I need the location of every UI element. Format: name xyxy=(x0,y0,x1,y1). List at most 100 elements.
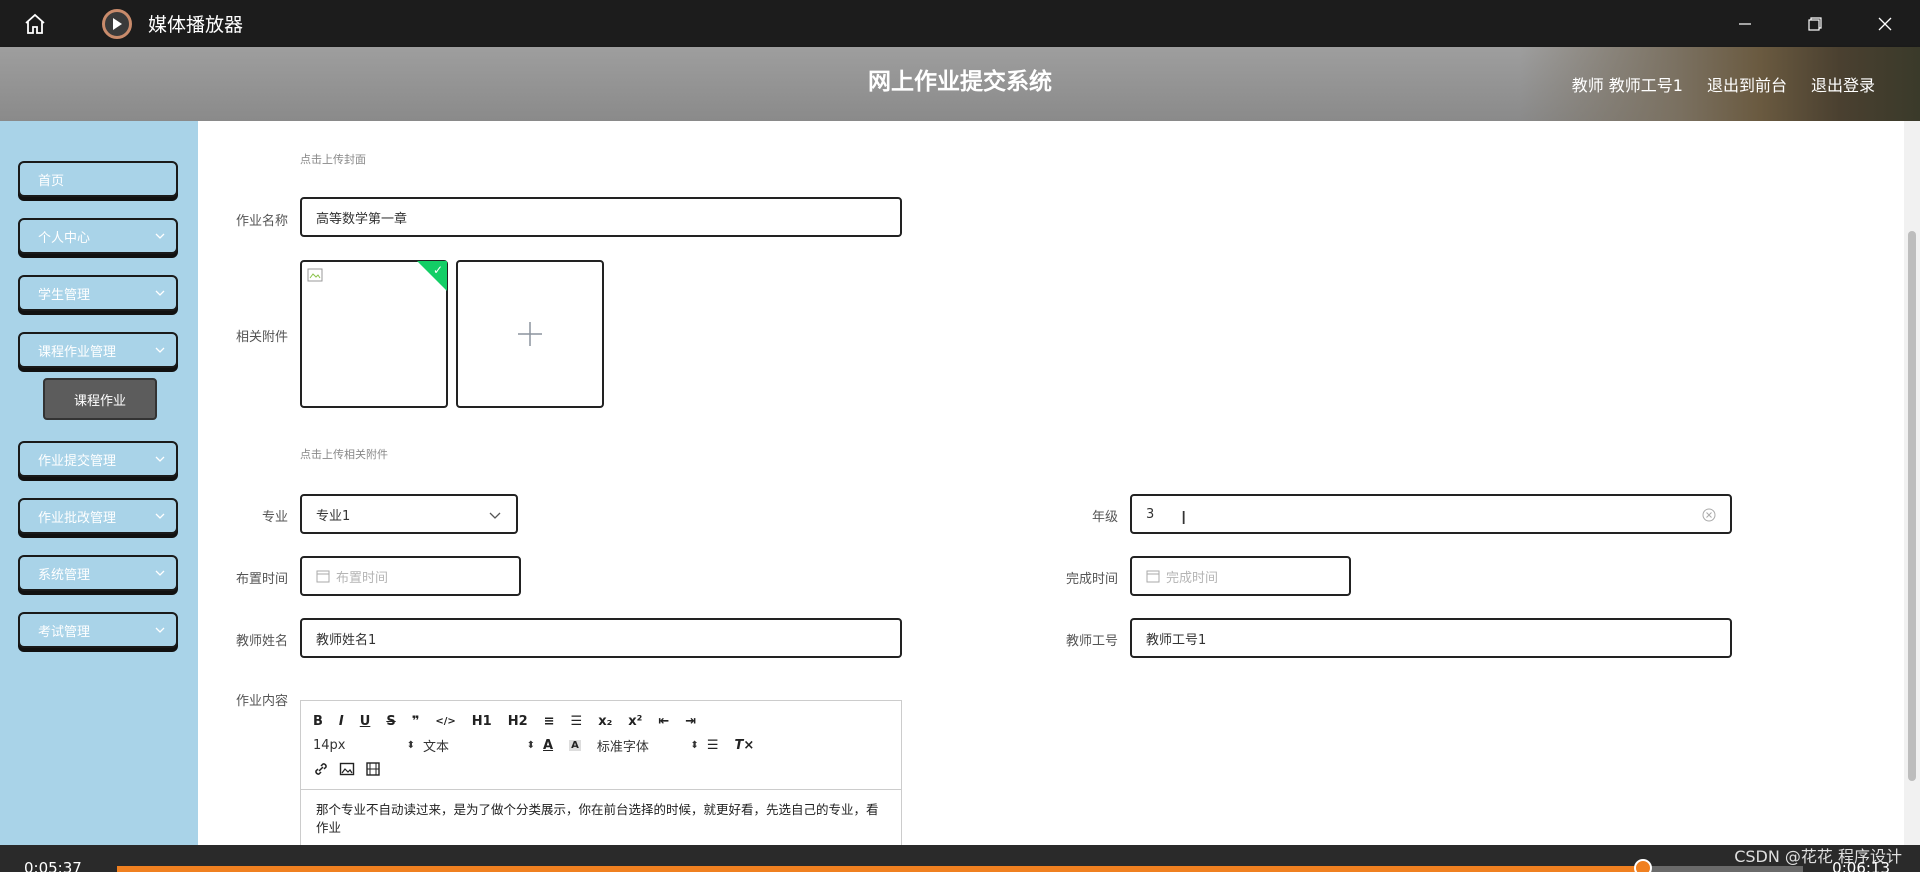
editor-content[interactable]: 那个专业不自动读过来，是为了做个分类展示，你在前台选择的时候，就更好看，先选自己… xyxy=(316,801,886,837)
blockquote-button[interactable]: ❞ xyxy=(412,714,420,729)
teacher-name-input[interactable]: 教师姓名1 xyxy=(300,618,902,658)
site-header: 网上作业提交系统 教师 教师工号1 退出到前台 退出登录 xyxy=(0,47,1920,121)
grade-input-value: 3 xyxy=(1146,506,1155,522)
subscript-button[interactable]: x₂ xyxy=(598,714,612,729)
assign-time-picker[interactable]: 布置时间 xyxy=(300,556,521,596)
text-style-value: 文本 xyxy=(423,739,450,755)
app-title: 媒体播放器 xyxy=(148,14,244,36)
attachment-label: 相关附件 xyxy=(235,330,288,345)
font-size-value: 14px xyxy=(313,737,346,753)
superscript-button[interactable]: x² xyxy=(628,714,642,729)
minimize-icon[interactable] xyxy=(1710,0,1780,47)
back-to-front-link[interactable]: 退出到前台 xyxy=(1707,72,1787,96)
heading2-button[interactable]: H2 xyxy=(508,714,528,729)
ordered-list-button[interactable]: ≡ xyxy=(544,714,555,729)
chevron-down-icon xyxy=(155,290,165,296)
close-icon[interactable] xyxy=(1850,0,1920,47)
scrollbar-thumb[interactable] xyxy=(1908,231,1916,781)
video-icon[interactable] xyxy=(365,761,381,777)
sidebar-item-student-management[interactable]: 学生管理 xyxy=(18,275,178,311)
home-icon[interactable] xyxy=(18,7,52,41)
code-block-button[interactable]: </> xyxy=(435,716,455,727)
logout-link[interactable]: 退出登录 xyxy=(1811,72,1875,96)
align-left-icon[interactable]: ☰ xyxy=(707,738,719,753)
finish-time-label: 完成时间 xyxy=(1065,572,1118,587)
image-icon[interactable] xyxy=(339,761,355,777)
attachment-upload-hint[interactable]: 点击上传相关附件 xyxy=(300,446,388,462)
cover-upload-hint[interactable]: 点击上传封面 xyxy=(300,151,366,167)
page-scrollbar[interactable] xyxy=(1904,121,1920,845)
bullet-list-button[interactable]: ☰ xyxy=(571,714,583,729)
homework-name-value: 高等数学第一章 xyxy=(316,211,408,227)
attachment-thumbnail[interactable]: ✓ xyxy=(300,260,448,408)
seek-knob[interactable] xyxy=(1633,859,1652,872)
major-select[interactable]: 专业1 xyxy=(300,494,518,534)
sidebar-item-course-homework-management[interactable]: 课程作业管理 xyxy=(18,332,178,368)
font-color-icon[interactable]: A xyxy=(543,738,553,753)
grade-input[interactable]: 3 xyxy=(1130,494,1732,534)
teacher-id-label: 教师工号 xyxy=(1065,634,1118,649)
font-family-select[interactable]: 标准字体 ⬍ xyxy=(597,736,707,755)
editor-toolbar-row-2: 14px ⬍ 文本 ⬍ A A 标准字体 ⬍ ☰ T× xyxy=(313,734,770,756)
teacher-id-input[interactable]: 教师工号1 xyxy=(1130,618,1732,658)
chevron-down-icon xyxy=(155,513,165,519)
homework-name-input[interactable]: 高等数学第一章 xyxy=(300,197,902,237)
strikethrough-button[interactable]: S xyxy=(386,714,395,729)
sidebar-item-submission-management[interactable]: 作业提交管理 xyxy=(18,441,178,477)
window-titlebar: 媒体播放器 xyxy=(0,0,1920,47)
watermark: CSDN @花花 程序设计 xyxy=(1734,847,1902,866)
sidebar-item-grading-management[interactable]: 作业批改管理 xyxy=(18,498,178,534)
chevron-down-icon xyxy=(155,347,165,353)
select-arrows-icon: ⬍ xyxy=(406,739,415,751)
clear-icon[interactable] xyxy=(1702,508,1716,522)
broken-image-icon xyxy=(307,268,323,282)
elapsed-time: 0:05:37 xyxy=(24,859,82,872)
media-player-controls: 0:05:37 0:06:13 xyxy=(0,845,1920,872)
heading1-button[interactable]: H1 xyxy=(472,714,492,729)
underline-button[interactable]: U xyxy=(360,714,371,729)
sidebar-item-exam-management[interactable]: 考试管理 xyxy=(18,612,178,648)
calendar-icon xyxy=(1146,570,1160,583)
sidebar-subitem-label: 课程作业 xyxy=(73,393,126,409)
assign-time-placeholder: 布置时间 xyxy=(336,570,389,586)
sidebar-subitem-course-homework[interactable]: 课程作业 xyxy=(43,378,157,420)
sidebar-item-personal-center[interactable]: 个人中心 xyxy=(18,218,178,254)
teacher-name-value: 教师姓名1 xyxy=(316,632,377,648)
text-style-select[interactable]: 文本 ⬍ xyxy=(423,736,543,755)
current-user: 教师 教师工号1 xyxy=(1571,76,1683,95)
major-label: 专业 xyxy=(261,510,288,525)
chevron-down-icon xyxy=(155,456,165,462)
sidebar-item-label: 首页 xyxy=(38,173,65,189)
sidebar-item-label: 作业批改管理 xyxy=(38,510,117,526)
sidebar-item-label: 学生管理 xyxy=(38,287,91,303)
italic-button[interactable]: I xyxy=(339,714,344,729)
sidebar-item-system-management[interactable]: 系统管理 xyxy=(18,555,178,591)
seek-bar-fill xyxy=(117,866,1643,872)
sidebar-item-label: 作业提交管理 xyxy=(38,453,117,469)
assign-time-label: 布置时间 xyxy=(235,572,288,587)
seek-bar[interactable] xyxy=(117,859,1803,872)
attachment-upload-button[interactable] xyxy=(456,260,604,408)
link-icon[interactable] xyxy=(313,761,329,777)
sidebar-item-label: 个人中心 xyxy=(38,230,91,246)
background-color-icon[interactable]: A xyxy=(569,739,581,751)
sidebar-item-home[interactable]: 首页 xyxy=(18,161,178,197)
sidebar-item-label: 考试管理 xyxy=(38,624,91,640)
rich-text-editor[interactable]: B I U S ❞ </> H1 H2 ≡ ☰ x₂ x² ⇤ ⇥ 14px ⬍… xyxy=(300,700,902,860)
bold-button[interactable]: B xyxy=(313,714,323,729)
text-cursor-icon: I xyxy=(1181,508,1187,529)
teacher-name-label: 教师姓名 xyxy=(235,634,288,649)
outdent-button[interactable]: ⇤ xyxy=(658,714,669,729)
indent-button[interactable]: ⇥ xyxy=(685,714,696,729)
finish-time-picker[interactable]: 完成时间 xyxy=(1130,556,1351,596)
clear-format-icon[interactable]: T× xyxy=(734,738,754,753)
editor-toolbar-row-1: B I U S ❞ </> H1 H2 ≡ ☰ x₂ x² ⇤ ⇥ xyxy=(313,710,712,732)
sidebar-item-label: 课程作业管理 xyxy=(38,344,117,360)
chevron-down-icon xyxy=(155,570,165,576)
font-size-select[interactable]: 14px ⬍ xyxy=(313,738,423,753)
content-label: 作业内容 xyxy=(235,694,288,709)
restore-icon[interactable] xyxy=(1780,0,1850,47)
check-icon: ✓ xyxy=(432,263,443,277)
chevron-down-icon xyxy=(489,512,501,519)
grade-label: 年级 xyxy=(1091,510,1118,525)
